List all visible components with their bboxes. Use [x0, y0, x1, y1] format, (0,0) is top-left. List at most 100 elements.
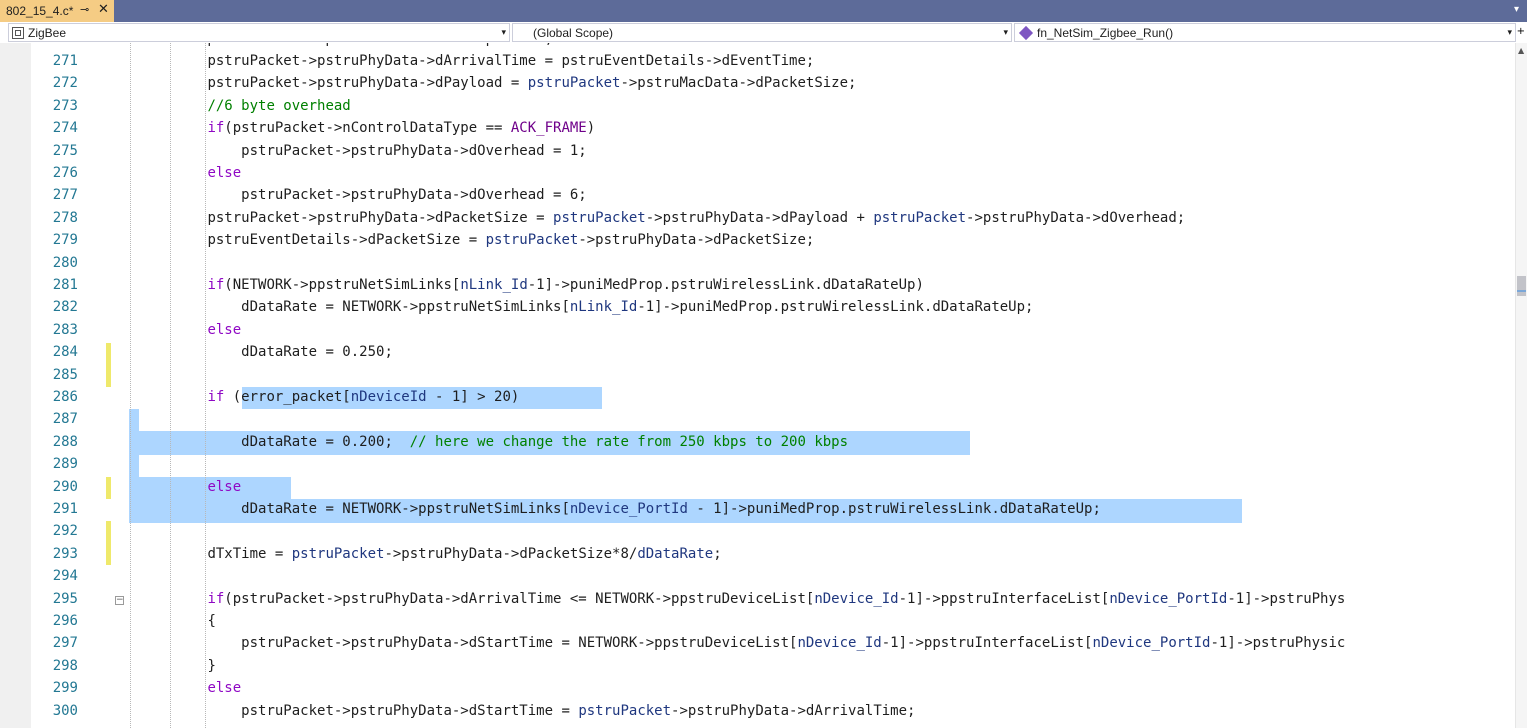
- code-token: pstruPacket->pstruPhyData->dOverhead = 1…: [207, 142, 587, 159]
- code-token: -1]->puniMedProp.pstruWirelessLink.dData…: [527, 277, 924, 293]
- code-line: else: [140, 319, 241, 341]
- code-line: pstruPacket->pstruPhyData->dStartTime = …: [140, 632, 1345, 654]
- code-token: (error_packet[: [224, 389, 351, 405]
- line-number: 282: [52, 299, 78, 316]
- line-number: 280: [52, 254, 78, 271]
- code-token: if: [207, 590, 225, 607]
- collapse-minus-icon[interactable]: −: [115, 596, 124, 605]
- code-token: pstruPacket->pstruPhyData->dArrivalTime …: [207, 53, 815, 69]
- scope-name: (Global Scope): [533, 25, 614, 40]
- line-number: 291: [52, 501, 78, 517]
- document-tab[interactable]: 802_15_4.c* ⊸ ✕: [0, 0, 114, 22]
- code-line: if(pstruPacket->nControlDataType == ACK_…: [140, 117, 595, 139]
- code-line: pstruPacket->pstruPhyData->dPayload = ps…: [140, 72, 856, 94]
- code-token: ->pstruMacData->dPacketSize;: [620, 75, 857, 92]
- navigation-bar: ZigBee ▾ (Global Scope) ▾ fn_NetSim_Zigb…: [0, 22, 1527, 44]
- code-token: (pstruPacket->pstruPhyData->dArrivalTime…: [224, 590, 815, 607]
- code-token: pstruPacket: [485, 232, 579, 249]
- code-token: pstruPacket->pstruPhyData->dOverhead = 6…: [207, 187, 587, 204]
- chevron-down-icon: ▾: [1507, 27, 1512, 37]
- project-name: ZigBee: [28, 25, 67, 40]
- line-number: 281: [52, 277, 78, 293]
- code-token: -1]->pstruPhys: [1227, 590, 1346, 607]
- scroll-up-icon[interactable]: ▲: [1518, 46, 1524, 55]
- code-line: [140, 408, 207, 430]
- line-number: 272: [52, 75, 78, 92]
- code-line: if(NETWORK->ppstruNetSimLinks[nLink_Id-1…: [140, 274, 924, 296]
- scrollbar-thumb[interactable]: [1517, 276, 1526, 296]
- code-token: pstruPacket: [578, 702, 672, 719]
- code-line: //6 byte overhead: [140, 95, 350, 117]
- code-line: dDataRate = 0.200; // here we change the…: [140, 431, 848, 453]
- code-editor[interactable]: − pstruPacket = pstruEventDetails->pPack…: [0, 43, 1515, 728]
- document-tab-strip: 802_15_4.c* ⊸ ✕ ▾: [0, 0, 1527, 22]
- function-dropdown[interactable]: fn_NetSim_Zigbee_Run() ▾: [1014, 23, 1516, 42]
- code-token: else: [207, 680, 242, 697]
- line-number: 275: [52, 142, 78, 159]
- split-icon[interactable]: +: [1517, 26, 1525, 37]
- line-number: 300: [52, 702, 78, 719]
- code-token: pstruPacket->pstruPhyData->dPacketSize =: [207, 209, 554, 226]
- code-token: ->pstruPhyData->dPacketSize*8/: [384, 545, 638, 562]
- code-line-partial: pstruPacket = pstruEventDetails->pPacket…: [140, 43, 553, 50]
- code-line: else: [140, 677, 241, 699]
- code-line: pstruPacket->pstruPhyData->dOverhead = 6…: [140, 184, 587, 206]
- line-number: 271: [52, 53, 78, 69]
- code-token: pstruPacket->pstruPhyData->dStartTime =: [207, 702, 579, 719]
- code-line: }: [140, 655, 215, 677]
- code-line: [140, 364, 207, 386]
- line-number: 276: [52, 165, 78, 181]
- code-line: dDataRate = NETWORK->ppstruNetSimLinks[n…: [140, 296, 1033, 318]
- code-token: ->pstruPhyData->dOverhead;: [966, 209, 1186, 226]
- project-dropdown[interactable]: ZigBee ▾: [8, 23, 510, 42]
- code-token: pstruPacket: [527, 75, 621, 92]
- line-number: 285: [52, 366, 78, 383]
- code-line: pstruEventDetails->dPacketSize = pstruPa…: [140, 229, 814, 251]
- scrollbar-caret-marker: [1517, 290, 1526, 292]
- code-token: dDataRate = NETWORK->ppstruNetSimLinks[: [207, 501, 570, 517]
- code-line: [140, 565, 207, 587]
- chevron-down-icon: ▾: [1003, 27, 1008, 37]
- line-number: 294: [52, 568, 78, 585]
- code-token: pstruPacket->pstruPhyData->dPayload =: [207, 75, 528, 92]
- code-line: pstruPacket->pstruPhyData->dPacketSize =…: [140, 207, 1185, 229]
- scope-dropdown[interactable]: (Global Scope) ▾: [512, 23, 1012, 42]
- code-token: {: [207, 613, 216, 629]
- line-number: 277: [52, 187, 78, 204]
- code-token: dDataRate = NETWORK->ppstruNetSimLinks[: [207, 299, 570, 316]
- close-icon[interactable]: ✕: [98, 2, 109, 17]
- code-token: pstruPacket->pstruPhyData->dStartTime = …: [207, 635, 798, 652]
- pin-icon[interactable]: ⊸: [80, 3, 89, 16]
- code-line: dTxTime = pstruPacket->pstruPhyData->dPa…: [140, 543, 722, 565]
- line-number: 279: [52, 232, 78, 249]
- code-token: nDevice_PortId: [1092, 635, 1211, 652]
- code-token: -1]->puniMedProp.pstruWirelessLink.dData…: [637, 299, 1034, 316]
- code-token: ;: [713, 545, 722, 562]
- code-token: nLink_Id: [569, 299, 638, 316]
- tab-overflow-icon[interactable]: ▾: [1514, 4, 1519, 15]
- vertical-scrollbar[interactable]: ▲: [1515, 43, 1527, 728]
- code-token: (pstruPacket->nControlDataType ==: [224, 120, 511, 137]
- code-line: else: [140, 476, 241, 498]
- code-token: - 1]->puniMedProp.pstruWirelessLink.dDat…: [687, 501, 1101, 517]
- line-number: 283: [52, 321, 78, 338]
- change-marker: [106, 477, 111, 499]
